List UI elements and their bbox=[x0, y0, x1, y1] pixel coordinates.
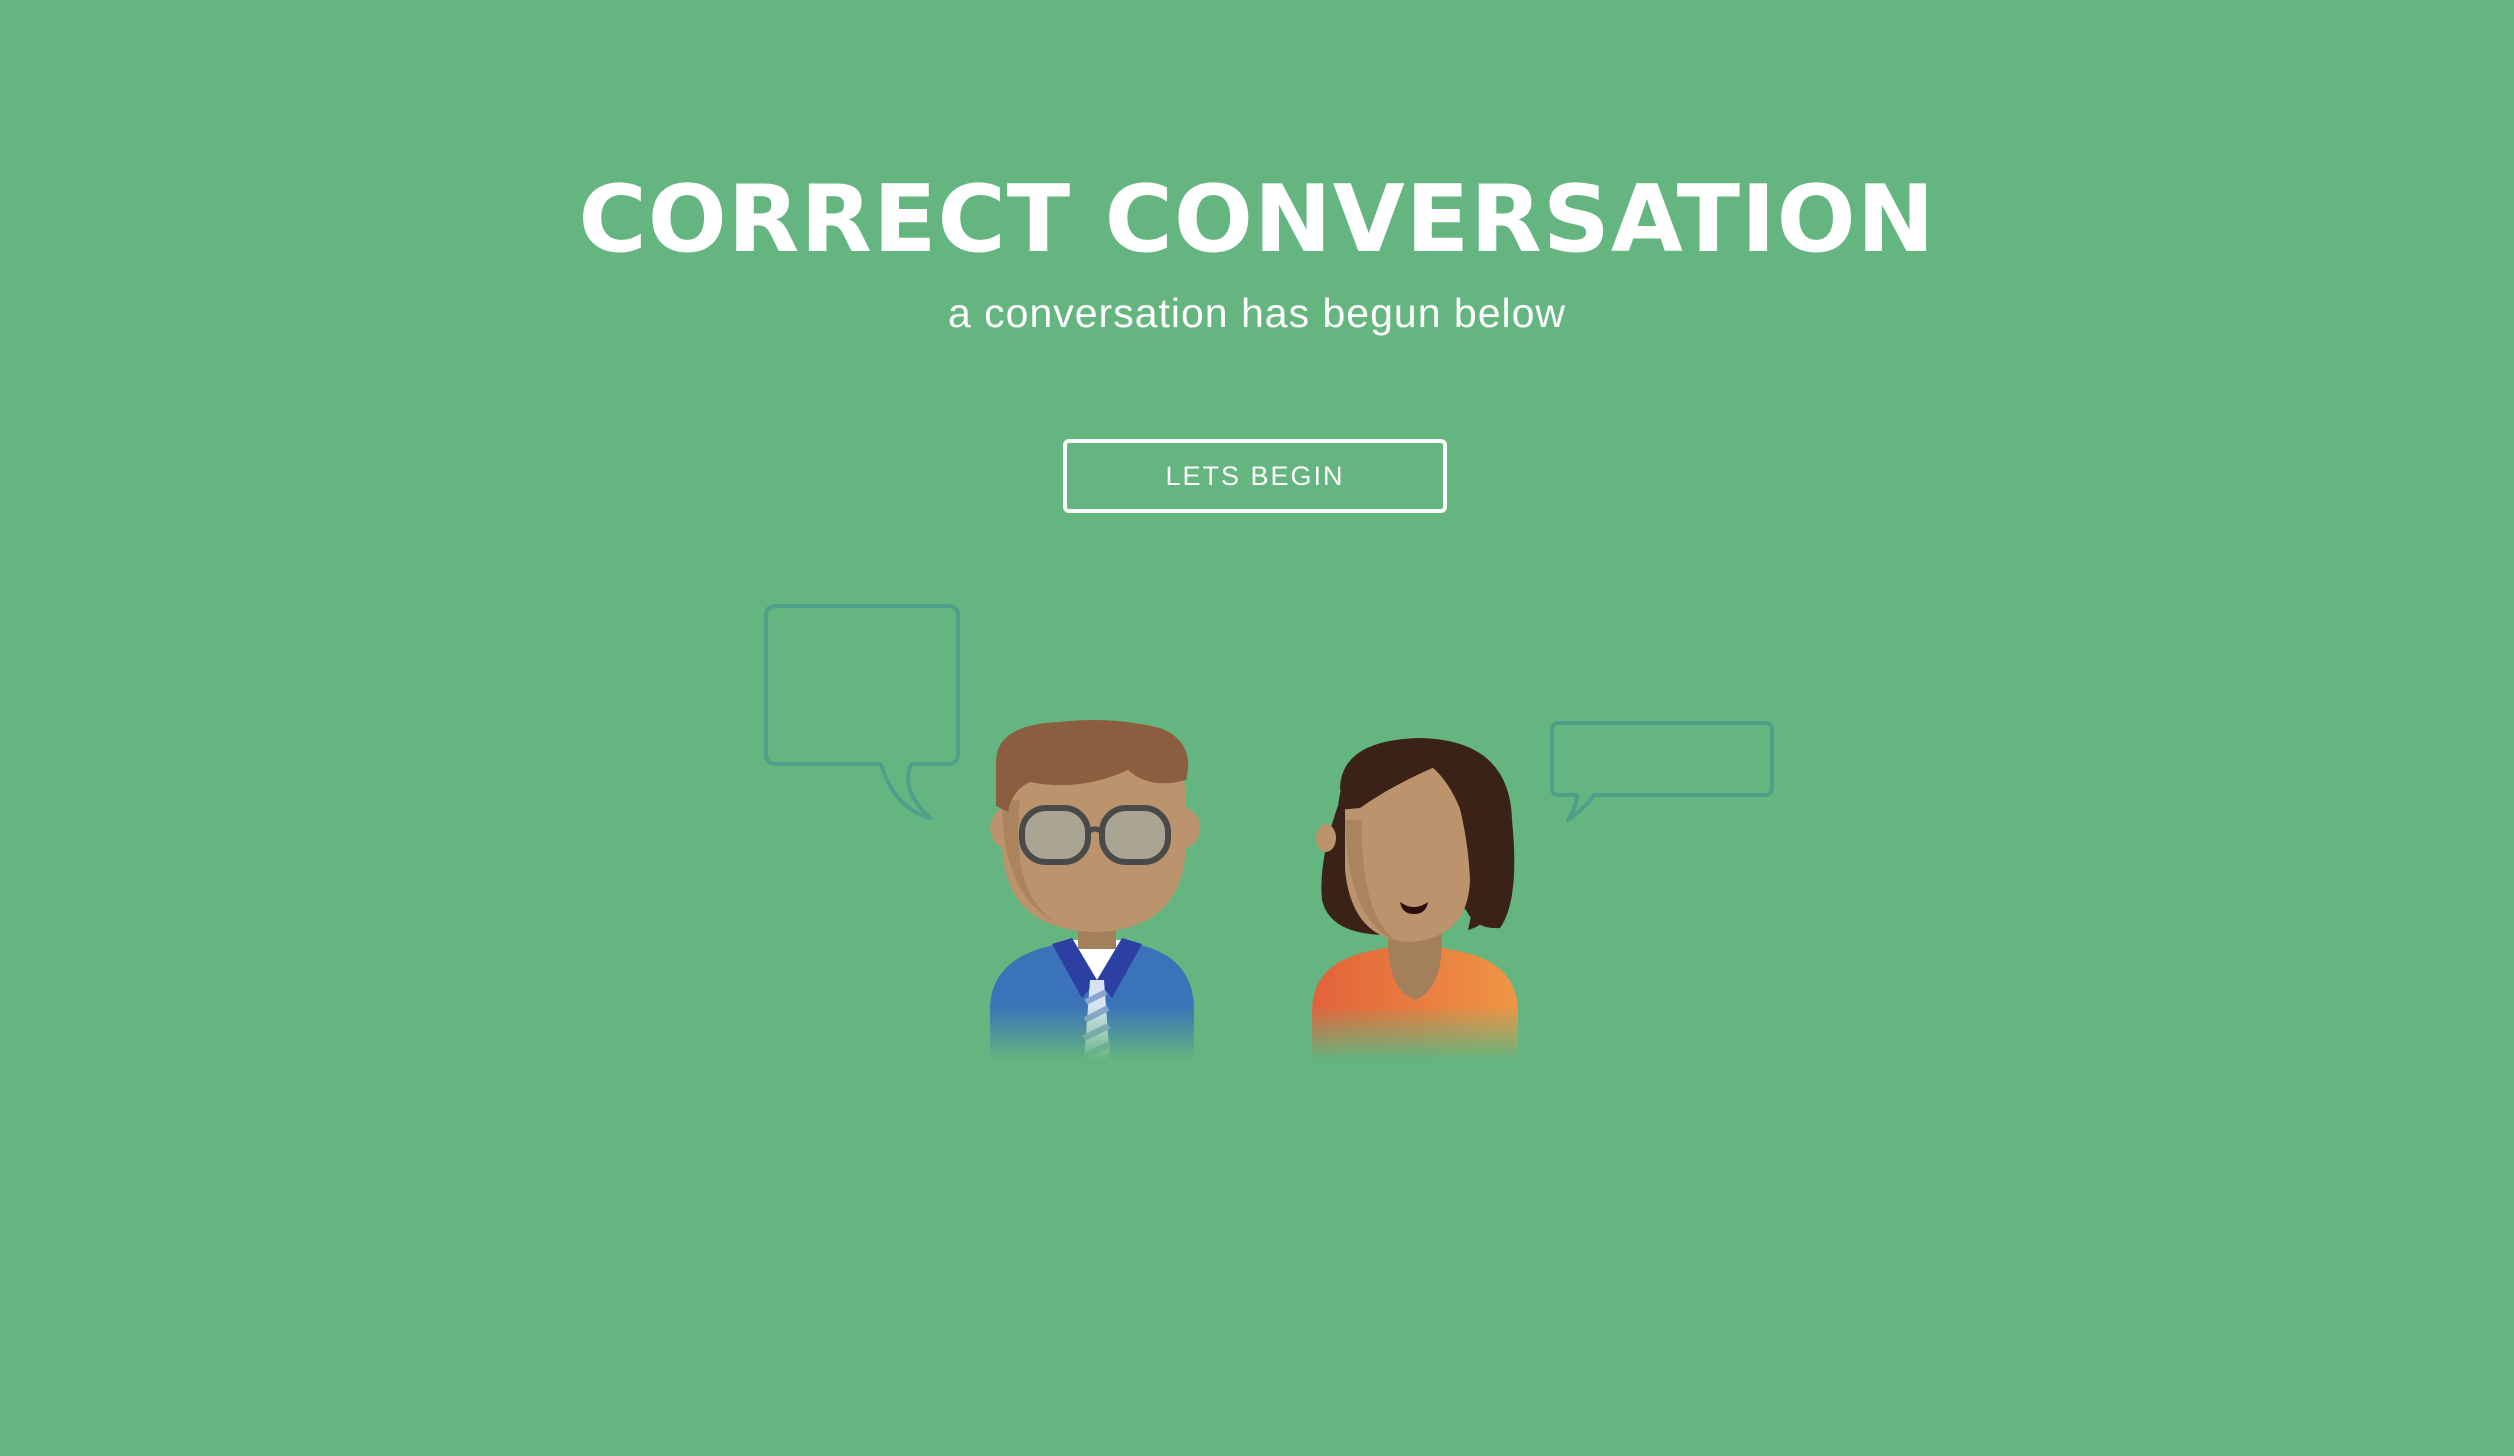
man-with-glasses-avatar-icon bbox=[990, 720, 1200, 1060]
conversation-illustration bbox=[764, 604, 1774, 1060]
speech-bubble-large-icon bbox=[764, 604, 960, 820]
woman-avatar-icon bbox=[1312, 738, 1518, 1060]
speech-bubble-small-icon bbox=[1550, 721, 1774, 822]
